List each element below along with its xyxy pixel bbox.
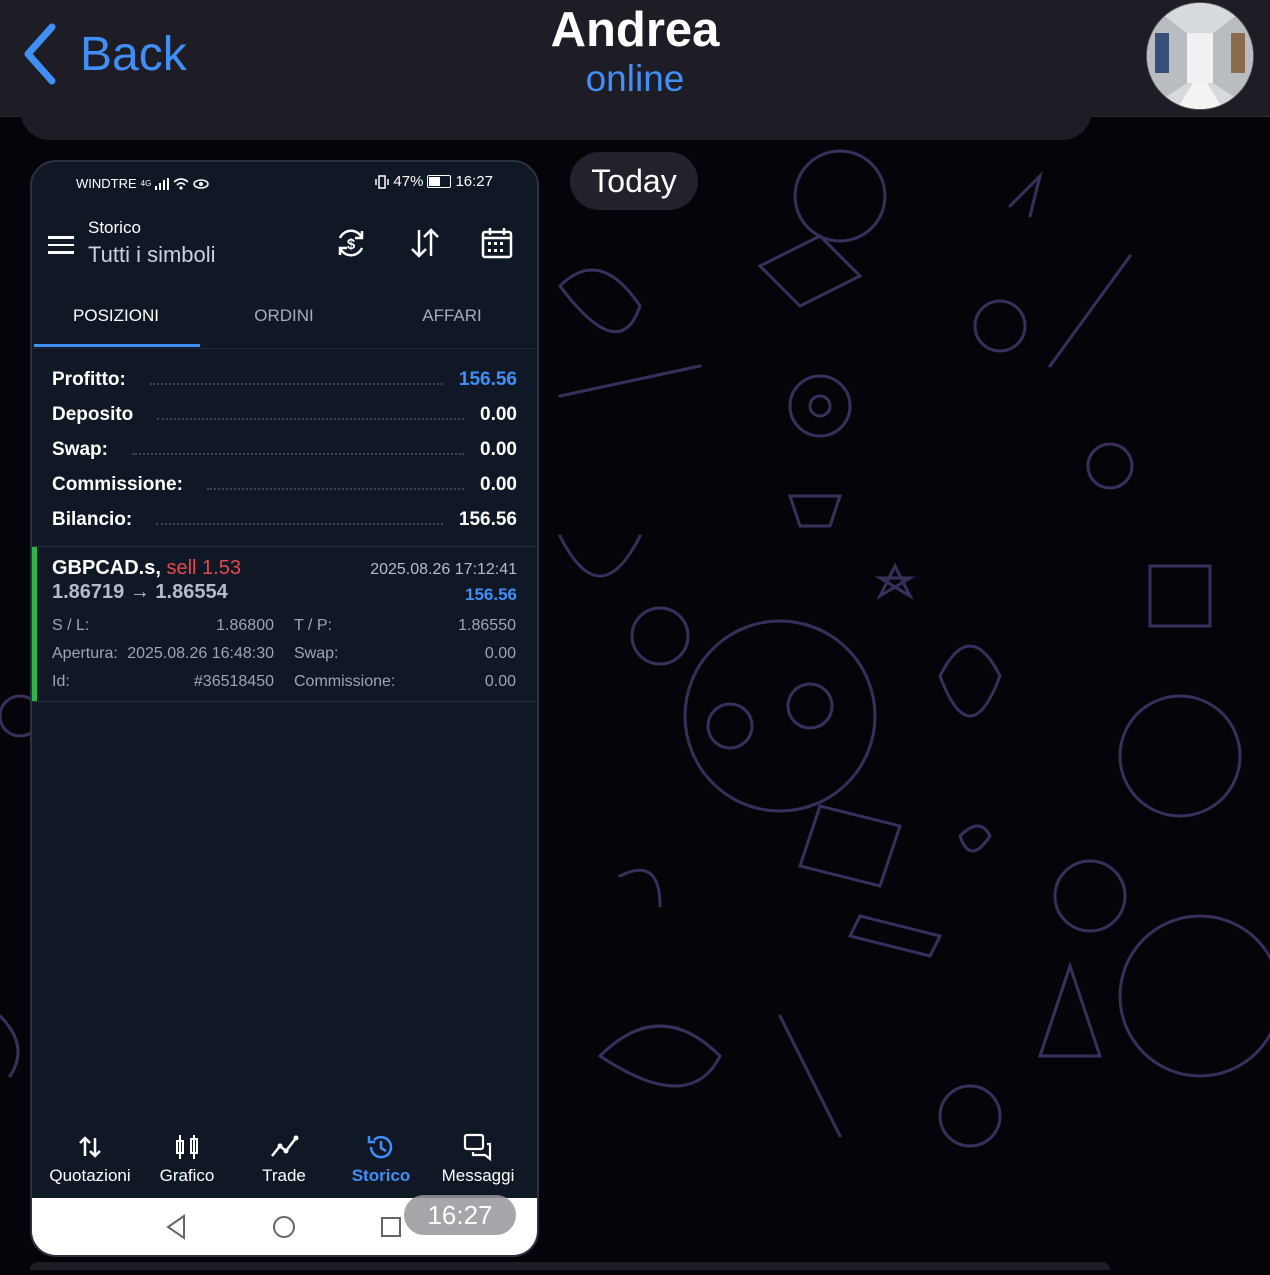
recents-square-icon[interactable] bbox=[376, 1212, 406, 1242]
vibrate-icon bbox=[375, 174, 390, 189]
summary-value: 0.00 bbox=[480, 473, 517, 495]
carrier-label: WINDTRE bbox=[76, 176, 137, 191]
symbol-name: GBPCAD.s, bbox=[52, 557, 161, 579]
network-label: 4G bbox=[140, 179, 152, 188]
id-value: #36518450 bbox=[193, 673, 274, 690]
position-prices: 1.86719 → 1.86554 bbox=[52, 581, 228, 603]
summary-row-swap: Swap: 0.00 bbox=[32, 432, 537, 467]
nav-label: Grafico bbox=[159, 1166, 215, 1185]
candlestick-icon bbox=[176, 1135, 198, 1159]
trend-line-icon bbox=[271, 1135, 299, 1157]
back-label: Back bbox=[80, 27, 187, 81]
tp-value: 1.86550 bbox=[458, 617, 516, 634]
nav-label: Messaggi bbox=[441, 1166, 515, 1185]
summary-label: Commissione: bbox=[52, 473, 183, 495]
sort-icon[interactable] bbox=[408, 226, 442, 260]
image-message[interactable]: WINDTRE 4G 47% 16:27 Storico Tutti i sim… bbox=[30, 160, 539, 1257]
position-symbol: GBPCAD.s, sell 1.53 bbox=[52, 557, 241, 580]
avatar[interactable] bbox=[1146, 2, 1254, 110]
nav-messaggi[interactable]: Messaggi bbox=[428, 1122, 528, 1186]
previous-message-bubble bbox=[20, 100, 1092, 140]
sl-label: S / L: bbox=[52, 617, 90, 634]
summary-value: 156.56 bbox=[458, 508, 517, 530]
calendar-icon[interactable] bbox=[480, 226, 514, 260]
open-value: 2025.08.26 16:48:30 bbox=[127, 645, 274, 662]
commission-label: Commissione: bbox=[294, 673, 396, 690]
position-side: sell 1.53 bbox=[166, 557, 241, 579]
chevron-left-icon bbox=[24, 23, 56, 85]
tp-label: T / P: bbox=[294, 617, 332, 634]
summary-value: 0.00 bbox=[480, 403, 517, 425]
open-label: Apertura: bbox=[52, 645, 118, 662]
home-circle-icon[interactable] bbox=[269, 1212, 299, 1242]
summary-label: Deposito bbox=[52, 403, 134, 425]
wifi-icon bbox=[173, 177, 189, 190]
tab-posizioni[interactable]: POSIZIONI bbox=[32, 286, 200, 348]
nav-label: Quotazioni bbox=[49, 1166, 131, 1185]
summary-value: 156.56 bbox=[458, 368, 517, 390]
bottom-nav: Quotazioni Grafico Trade Storico Messagg… bbox=[32, 1122, 537, 1198]
next-message-bubble bbox=[30, 1262, 1110, 1270]
commission-value: 0.00 bbox=[484, 673, 516, 690]
summary-row-deposit: Deposito 0.00 bbox=[32, 397, 537, 432]
status-time: 16:27 bbox=[455, 173, 493, 190]
date-separator: Today bbox=[570, 152, 698, 210]
nav-quotazioni[interactable]: Quotazioni bbox=[40, 1122, 140, 1186]
summary-label: Swap: bbox=[52, 438, 108, 460]
active-tab-indicator bbox=[34, 344, 200, 347]
summary-label: Bilancio: bbox=[52, 508, 133, 530]
app-header: Storico Tutti i simboli $ bbox=[32, 206, 537, 286]
nav-label: Trade bbox=[262, 1166, 306, 1185]
signal-icon bbox=[155, 177, 170, 190]
chat-bubbles-icon bbox=[463, 1133, 492, 1162]
swap-value: 0.00 bbox=[484, 645, 516, 662]
tab-ordini[interactable]: ORDINI bbox=[200, 286, 368, 348]
battery-icon bbox=[427, 175, 452, 188]
tab-affari[interactable]: AFFARI bbox=[368, 286, 536, 348]
contact-name: Andrea bbox=[550, 3, 720, 57]
position-datetime: 2025.08.26 17:12:41 bbox=[370, 561, 517, 578]
history-icon bbox=[367, 1135, 393, 1159]
battery-percent: 47% bbox=[393, 173, 424, 190]
contact-status: online bbox=[585, 58, 685, 99]
currency-exchange-icon[interactable]: $ bbox=[334, 226, 368, 260]
position-status-bar bbox=[32, 547, 37, 701]
nav-trade[interactable]: Trade bbox=[234, 1122, 334, 1186]
nav-grafico[interactable]: Grafico bbox=[137, 1122, 237, 1186]
history-tabs: POSIZIONI ORDINI AFFARI bbox=[32, 286, 537, 349]
arrows-updown-icon bbox=[79, 1136, 101, 1158]
header-title: Storico bbox=[88, 218, 141, 237]
back-button[interactable]: Back bbox=[22, 22, 187, 86]
position-profit: 156.56 bbox=[465, 585, 517, 604]
svg-text:$: $ bbox=[347, 236, 356, 253]
summary-row-commission: Commissione: 0.00 bbox=[32, 467, 537, 502]
position-row[interactable]: GBPCAD.s, sell 1.53 2025.08.26 17:12:41 … bbox=[32, 546, 537, 702]
eye-icon bbox=[193, 178, 210, 189]
phone-status-bar: WINDTRE 4G 47% 16:27 bbox=[32, 162, 537, 206]
hamburger-menu-icon[interactable] bbox=[48, 236, 74, 256]
contact-info[interactable]: Andrea online bbox=[435, 4, 835, 102]
summary-row-balance: Bilancio: 156.56 bbox=[32, 502, 537, 537]
nav-storico[interactable]: Storico bbox=[331, 1122, 431, 1186]
summary-list: Profitto: 156.56 Deposito 0.00 Swap: 0.0… bbox=[32, 362, 537, 537]
header-subtitle[interactable]: Tutti i simboli bbox=[88, 242, 216, 268]
summary-value: 0.00 bbox=[480, 438, 517, 460]
swap-label: Swap: bbox=[294, 645, 339, 662]
summary-label: Profitto: bbox=[52, 368, 126, 390]
sl-value: 1.86800 bbox=[216, 617, 274, 634]
nav-label: Storico bbox=[351, 1166, 411, 1185]
back-triangle-icon[interactable] bbox=[162, 1212, 192, 1242]
summary-row-profit: Profitto: 156.56 bbox=[32, 362, 537, 397]
id-label: Id: bbox=[52, 673, 70, 690]
message-timestamp: 16:27 bbox=[404, 1195, 516, 1235]
